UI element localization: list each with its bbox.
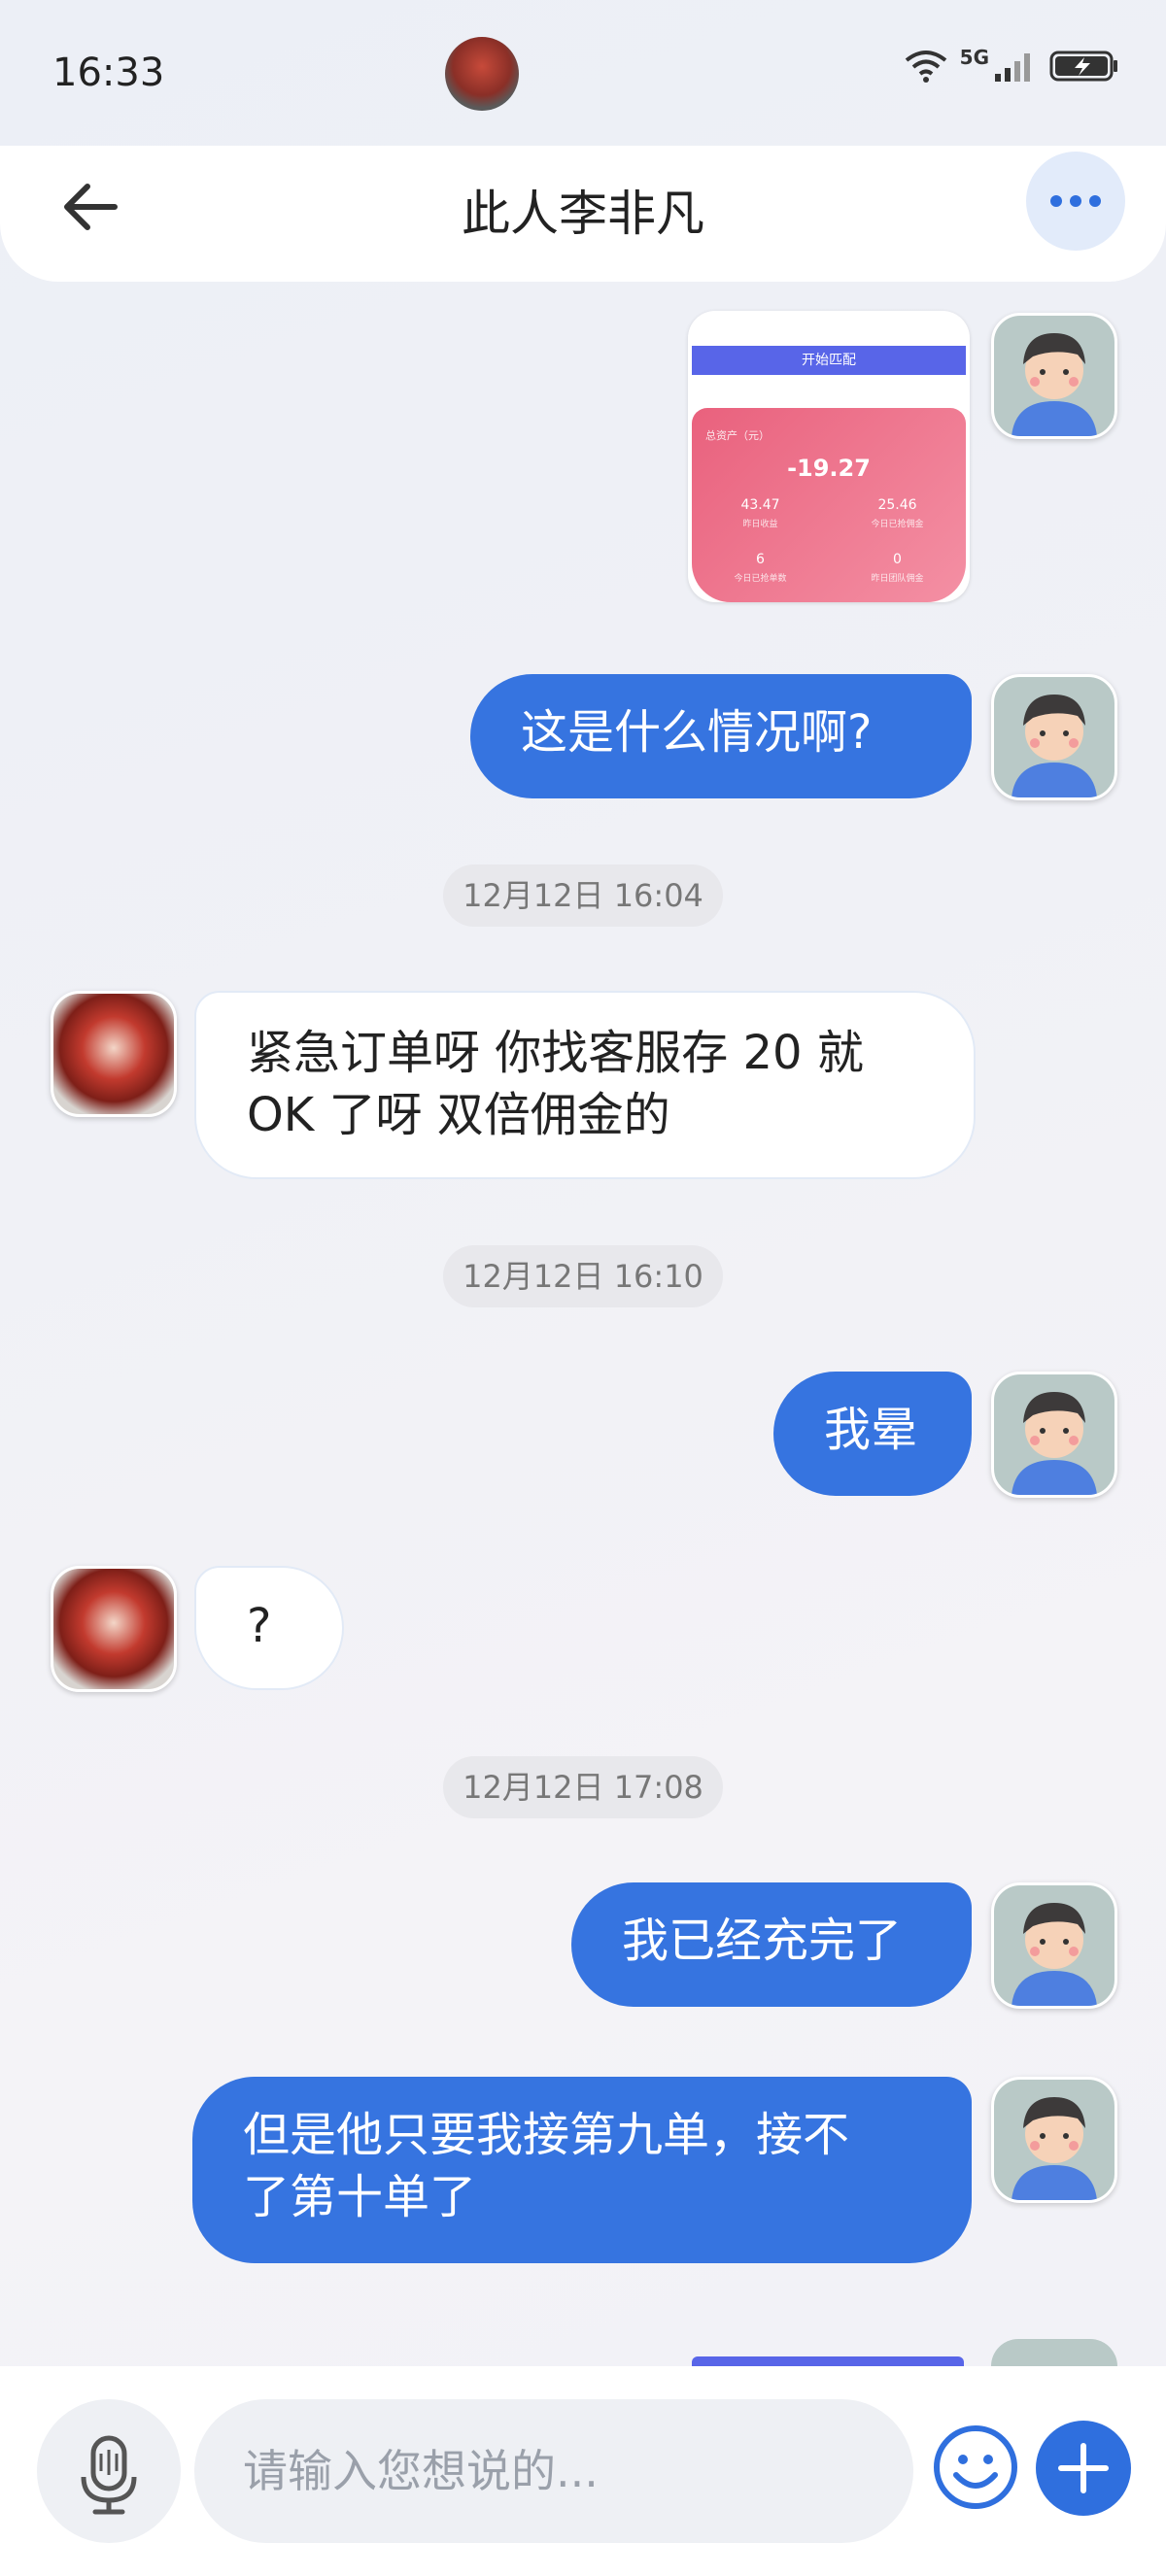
wifi-icon — [905, 51, 946, 83]
notification-avatar — [445, 37, 519, 111]
my-avatar[interactable] — [991, 674, 1117, 800]
message-bubble-sent[interactable]: 我晕 — [773, 1372, 972, 1496]
message-bubble-sent[interactable]: 这是什么情况啊? — [470, 674, 972, 798]
status-time: 16:33 — [52, 51, 165, 95]
microphone-button[interactable] — [37, 2399, 181, 2543]
image-stat: 6 今日已抢单数 — [734, 552, 787, 584]
message-text: ? — [247, 1599, 272, 1653]
next-image-preview — [692, 2356, 964, 2366]
message-bubble-received[interactable]: ? — [194, 1566, 344, 1690]
battery-charging-icon — [1049, 51, 1117, 82]
my-avatar[interactable] — [991, 313, 1117, 439]
message-text-line: 但是他只要我接第九单，接不 — [243, 2108, 850, 2162]
message-timestamp: 12月12日 16:04 — [443, 864, 723, 927]
image-stat: 25.46 今日已抢佣金 — [871, 497, 924, 529]
message-bubble-sent[interactable]: 我已经充完了 — [571, 1882, 972, 2007]
status-bar: 16:33 5G — [0, 0, 1166, 146]
message-bubble-received[interactable]: 紧急订单呀 你找客服存 20 就 OK 了呀 双倍佣金的 — [194, 991, 976, 1179]
more-dots-icon[interactable] — [1026, 152, 1125, 251]
image-button-label: 开始匹配 — [692, 346, 966, 375]
message-text-line: OK 了呀 双倍佣金的 — [247, 1088, 670, 1142]
contact-avatar[interactable] — [51, 991, 177, 1117]
status-icons: 5G — [904, 46, 1119, 84]
image-stat: 43.47 昨日收益 — [740, 497, 780, 529]
message-text: 我已经充完了 — [622, 1914, 903, 1968]
message-bubble-sent[interactable]: 但是他只要我接第九单，接不 了第十单了 — [192, 2077, 972, 2263]
message-text-line: 了第十单了 — [243, 2170, 477, 2224]
chat-title: 此人李非凡 — [462, 186, 704, 242]
network-label: 5G — [959, 46, 989, 69]
contact-avatar[interactable] — [51, 1566, 177, 1692]
my-avatar[interactable] — [991, 1882, 1117, 2009]
message-input[interactable]: 请输入您想说的... — [194, 2399, 913, 2543]
my-avatar[interactable] — [991, 1372, 1117, 1498]
message-text: 我晕 — [824, 1403, 918, 1457]
message-timestamp: 12月12日 17:08 — [443, 1756, 723, 1818]
shared-image[interactable]: 开始匹配 总资产（元） -19.27 43.47 昨日收益 25.46 今日已抢佣金… — [688, 311, 970, 602]
message-text-line: 紧急订单呀 你找客服存 20 就 — [247, 1026, 864, 1080]
my-avatar — [991, 2339, 1117, 2366]
image-total-label: 总资产（元） — [705, 429, 770, 442]
my-avatar[interactable] — [991, 2077, 1117, 2203]
message-text: 这是什么情况啊? — [521, 705, 873, 760]
chat-header: 此人李非凡 — [0, 146, 1166, 282]
signal-icon — [995, 53, 1030, 82]
plus-icon — [1058, 2443, 1109, 2493]
plus-button[interactable] — [1036, 2421, 1131, 2516]
microphone-icon — [81, 2435, 137, 2515]
message-timestamp: 12月12日 16:10 — [443, 1245, 723, 1307]
image-stat: 0 昨日团队佣金 — [871, 552, 924, 584]
emoji-icon[interactable] — [933, 2424, 1018, 2510]
image-asset-card: 总资产（元） -19.27 43.47 昨日收益 25.46 今日已抢佣金 6 今日已… — [692, 408, 966, 602]
image-total-value: -19.27 — [787, 455, 871, 482]
message-composer: 请输入您想说的... — [0, 2366, 1166, 2576]
